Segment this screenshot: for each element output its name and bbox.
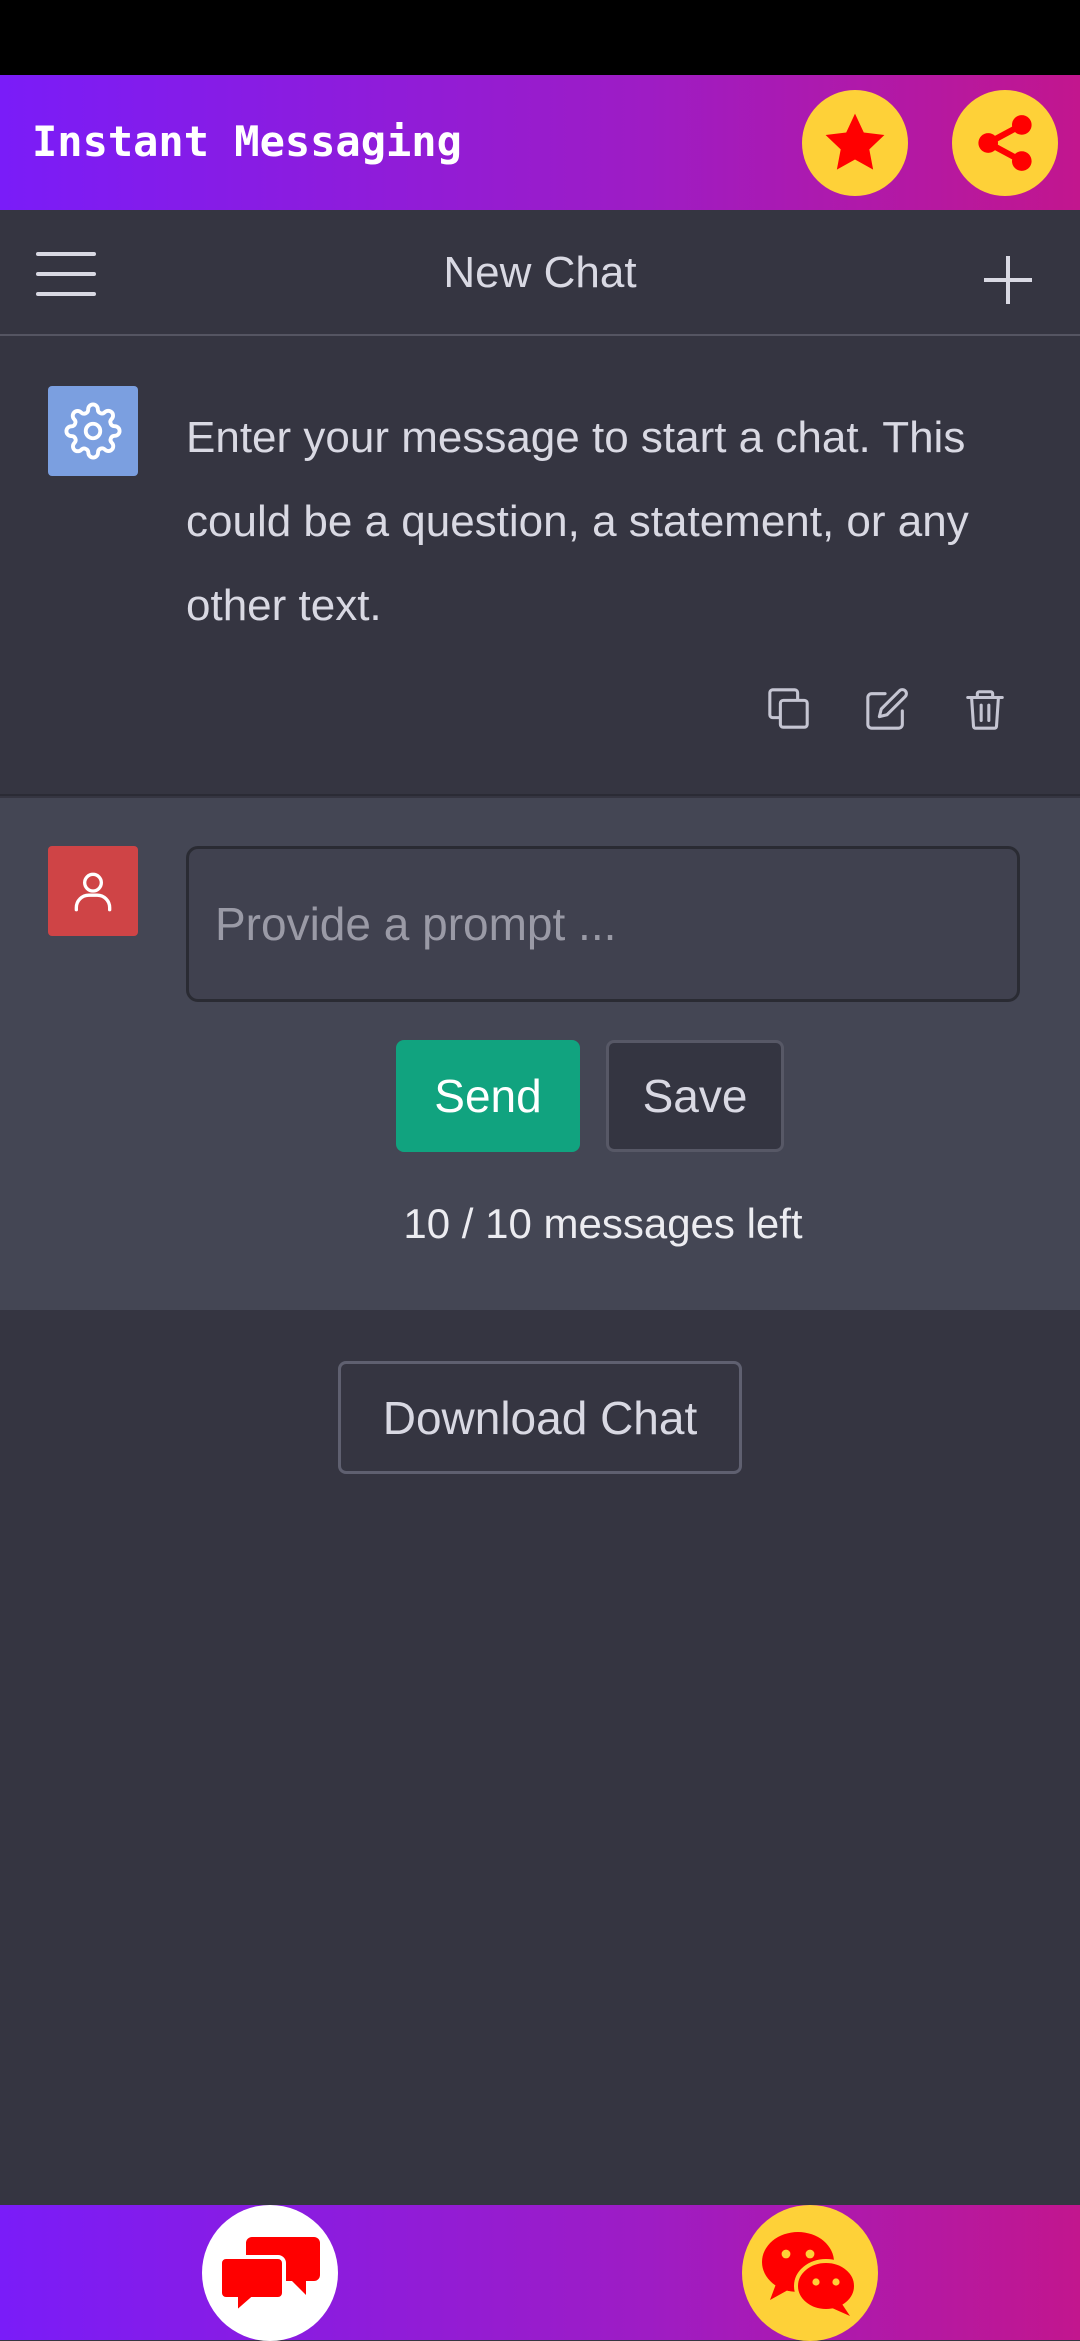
app-header: Instant Messaging	[0, 75, 1080, 210]
menu-button[interactable]	[36, 252, 96, 296]
trash-icon	[966, 690, 1004, 730]
save-button[interactable]: Save	[606, 1040, 784, 1152]
system-avatar	[48, 386, 138, 476]
send-button[interactable]: Send	[396, 1040, 580, 1152]
user-avatar	[48, 846, 138, 936]
new-chat-button[interactable]	[980, 252, 1036, 308]
share-button[interactable]	[952, 90, 1058, 196]
status-bar	[0, 0, 1080, 75]
copy-icon	[768, 688, 809, 729]
share-icon	[978, 115, 1032, 171]
message-actions	[766, 686, 1008, 732]
prompt-input[interactable]	[186, 846, 1020, 1002]
delete-button[interactable]	[962, 686, 1008, 732]
chat-tab-button[interactable]	[202, 2205, 338, 2341]
edit-button[interactable]	[864, 686, 910, 732]
system-message-text: Enter your message to start a chat. This…	[186, 413, 969, 630]
prompt-section: Send Save 10 / 10 messages left	[0, 798, 1080, 1310]
wechat-icon	[762, 2232, 858, 2316]
favorite-button[interactable]	[802, 90, 908, 196]
copy-button[interactable]	[766, 686, 812, 732]
wechat-tab-button[interactable]	[742, 2205, 878, 2341]
gear-icon	[64, 402, 122, 460]
hamburger-menu-icon	[36, 252, 96, 256]
edit-icon	[866, 688, 908, 730]
app-title: Instant Messaging	[32, 117, 462, 166]
chat-bubbles-icon	[218, 2237, 320, 2315]
bottom-nav	[0, 2205, 1080, 2341]
chat-title: New Chat	[443, 248, 637, 297]
system-message: Enter your message to start a chat. This…	[0, 336, 1080, 796]
messages-left-counter: 10 / 10 messages left	[403, 1200, 803, 1247]
download-chat-button[interactable]: Download Chat	[338, 1361, 742, 1474]
star-icon	[825, 113, 885, 170]
plus-icon	[984, 256, 1032, 304]
chat-header: New Chat	[0, 210, 1080, 336]
user-icon	[74, 872, 112, 912]
